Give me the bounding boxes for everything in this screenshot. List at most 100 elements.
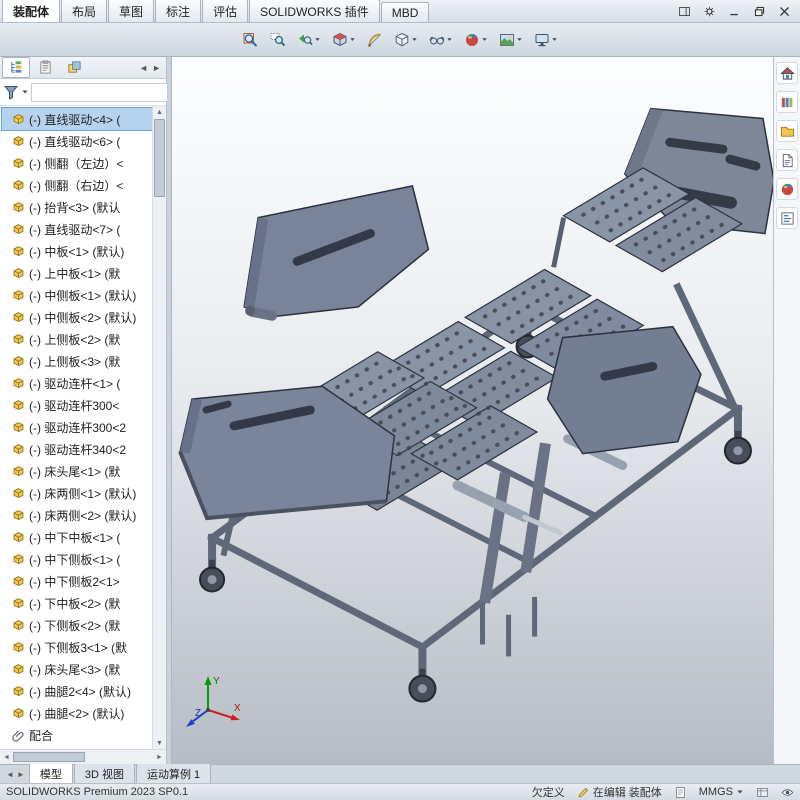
ribbon-tab[interactable]: SOLIDWORKS 插件 — [249, 0, 380, 22]
scroll-up-icon[interactable]: ▲ — [153, 106, 166, 118]
panel-tab-scroll-right[interactable]: ► — [152, 63, 161, 73]
tree-item[interactable]: (-) 中侧板<1> (默认) — [2, 284, 152, 306]
view-tab[interactable]: 运动算例 1 — [135, 763, 212, 783]
tree-item[interactable]: (-) 下中板<2> (默 — [2, 592, 152, 614]
scroll-thumb[interactable] — [154, 119, 165, 197]
caret-down-icon[interactable] — [446, 36, 453, 43]
tree-item[interactable]: (-) 上侧板<2> (默 — [2, 328, 152, 350]
appearances-button[interactable] — [776, 178, 798, 200]
edit-appearance-button[interactable] — [460, 29, 492, 51]
scroll-thumb-h[interactable] — [13, 752, 85, 762]
tree-item[interactable]: (-) 直线驱动<4> ( — [1, 107, 152, 131]
options-button[interactable] — [698, 3, 720, 19]
tree-item[interactable]: (-) 中侧板<2> (默认) — [2, 306, 152, 328]
displaymanager-tab[interactable] — [31, 57, 59, 78]
zoom-fit-button[interactable] — [239, 29, 263, 51]
filter-input[interactable] — [31, 82, 179, 102]
filter-caret-icon[interactable] — [21, 88, 29, 96]
bed-3d-model[interactable] — [172, 57, 773, 764]
tree-item[interactable]: (-) 下侧板<2> (默 — [2, 614, 152, 636]
caret-down-icon[interactable] — [314, 36, 321, 43]
restore-button[interactable] — [748, 3, 770, 19]
tree-item[interactable]: (-) 床头尾<1> (默 — [2, 460, 152, 482]
tree-item[interactable]: (-) 驱动连杆340<2 — [2, 438, 152, 460]
tree-item[interactable]: (-) 中下中板<1> ( — [2, 526, 152, 548]
viewport-3d[interactable]: Y X Z — [172, 57, 773, 764]
eye-icon[interactable] — [781, 786, 794, 799]
featuremanager-tab[interactable] — [2, 57, 30, 78]
caret-down-icon[interactable] — [516, 36, 523, 43]
tree-item[interactable]: (-) 抬背<3> (默认 — [2, 196, 152, 218]
tree-item[interactable]: (-) 床两侧<1> (默认) — [2, 482, 152, 504]
tree-item[interactable]: 配合 — [2, 724, 152, 746]
tree-item[interactable]: (-) 驱动连杆<1> ( — [2, 372, 152, 394]
tree-item[interactable]: (-) 侧翻（左边）< — [2, 152, 152, 174]
view-tab-scroll-right[interactable]: ► — [17, 770, 25, 779]
zoom-area-button[interactable] — [266, 29, 290, 51]
caret-down-icon[interactable] — [551, 36, 558, 43]
tree-item[interactable]: (-) 下侧板3<1> (默 — [2, 636, 152, 658]
zoom-fit-icon — [243, 32, 259, 48]
caret-down-icon[interactable] — [411, 36, 418, 43]
tree-item[interactable]: (-) 驱动连杆300< — [2, 394, 152, 416]
panel-toggle-button[interactable] — [673, 3, 695, 19]
component-icon — [12, 575, 25, 588]
ribbon-tab[interactable]: 标注 — [155, 0, 202, 22]
home-button[interactable] — [776, 62, 798, 84]
section-view-icon — [332, 32, 348, 48]
scroll-left-icon[interactable]: ◄ — [0, 754, 13, 761]
measure-button[interactable] — [363, 29, 387, 51]
ribbon-tab[interactable]: MBD — [380, 2, 430, 22]
view-tab-scroll-left[interactable]: ◄ — [6, 770, 14, 779]
tree-item[interactable]: (-) 中下侧板<1> ( — [2, 548, 152, 570]
tree-item[interactable]: (-) 床头尾<3> (默 — [2, 658, 152, 680]
scroll-right-icon[interactable]: ► — [153, 754, 166, 761]
tree-vertical-scrollbar[interactable]: ▲ ▼ — [152, 106, 166, 749]
view-tab[interactable]: 3D 视图 — [73, 763, 135, 783]
display-style-button[interactable] — [390, 29, 422, 51]
design-library-button[interactable] — [776, 91, 798, 113]
note-icon[interactable] — [674, 786, 687, 799]
tree-horizontal-scrollbar[interactable]: ◄ ► — [0, 749, 166, 764]
sheet-icon[interactable] — [756, 786, 769, 799]
caret-down-icon[interactable] — [481, 36, 488, 43]
tree-item[interactable]: (-) 中下侧板2<1> — [2, 570, 152, 592]
units-selector[interactable]: MMGS — [699, 786, 744, 798]
scroll-down-icon[interactable]: ▼ — [153, 737, 166, 749]
ribbon-tab[interactable]: 评估 — [202, 0, 249, 22]
caret-down-icon[interactable] — [349, 36, 356, 43]
minimize-button[interactable] — [723, 3, 745, 19]
panel-tabs: ◄ ► — [0, 57, 166, 79]
view-tab[interactable]: 模型 — [28, 763, 73, 783]
ribbon-tab[interactable]: 布局 — [61, 0, 108, 22]
custom-properties-button[interactable] — [776, 207, 798, 229]
file-explorer-button[interactable] — [776, 120, 798, 142]
tree-item-label: (-) 直线驱动<6> ( — [29, 134, 121, 149]
tree-item[interactable]: (-) 中板<1> (默认) — [2, 240, 152, 262]
filter-funnel-icon[interactable] — [3, 84, 19, 100]
ribbon-tab[interactable]: 装配体 — [2, 0, 61, 22]
section-view-button[interactable] — [328, 29, 360, 51]
tree-item[interactable]: (-) 上侧板<3> (默 — [2, 350, 152, 372]
view-palette-button[interactable] — [776, 149, 798, 171]
component-icon — [12, 157, 25, 170]
tree-item-label: (-) 上侧板<3> (默 — [29, 354, 121, 369]
configurationmanager-tab[interactable] — [60, 57, 88, 78]
tree-item[interactable]: (-) 直线驱动<6> ( — [2, 130, 152, 152]
tree-item[interactable]: (-) 曲腿2<4> (默认) — [2, 680, 152, 702]
tree-item[interactable]: (-) 床两侧<2> (默认) — [2, 504, 152, 526]
orientation-triad[interactable]: Y X Z — [184, 670, 248, 734]
component-icon — [12, 289, 25, 302]
tree-item[interactable]: (-) 侧翻（右边）< — [2, 174, 152, 196]
previous-view-button[interactable] — [293, 29, 325, 51]
ribbon-tab[interactable]: 草图 — [108, 0, 155, 22]
view-settings-button[interactable] — [530, 29, 562, 51]
scene-button[interactable] — [495, 29, 527, 51]
tree-item[interactable]: (-) 驱动连杆300<2 — [2, 416, 152, 438]
hide-show-button[interactable] — [425, 29, 457, 51]
close-button[interactable] — [773, 3, 795, 19]
panel-tab-scroll-left[interactable]: ◄ — [139, 63, 148, 73]
tree-item[interactable]: (-) 直线驱动<7> ( — [2, 218, 152, 240]
tree-item[interactable]: (-) 曲腿<2> (默认) — [2, 702, 152, 724]
tree-item[interactable]: (-) 上中板<1> (默 — [2, 262, 152, 284]
